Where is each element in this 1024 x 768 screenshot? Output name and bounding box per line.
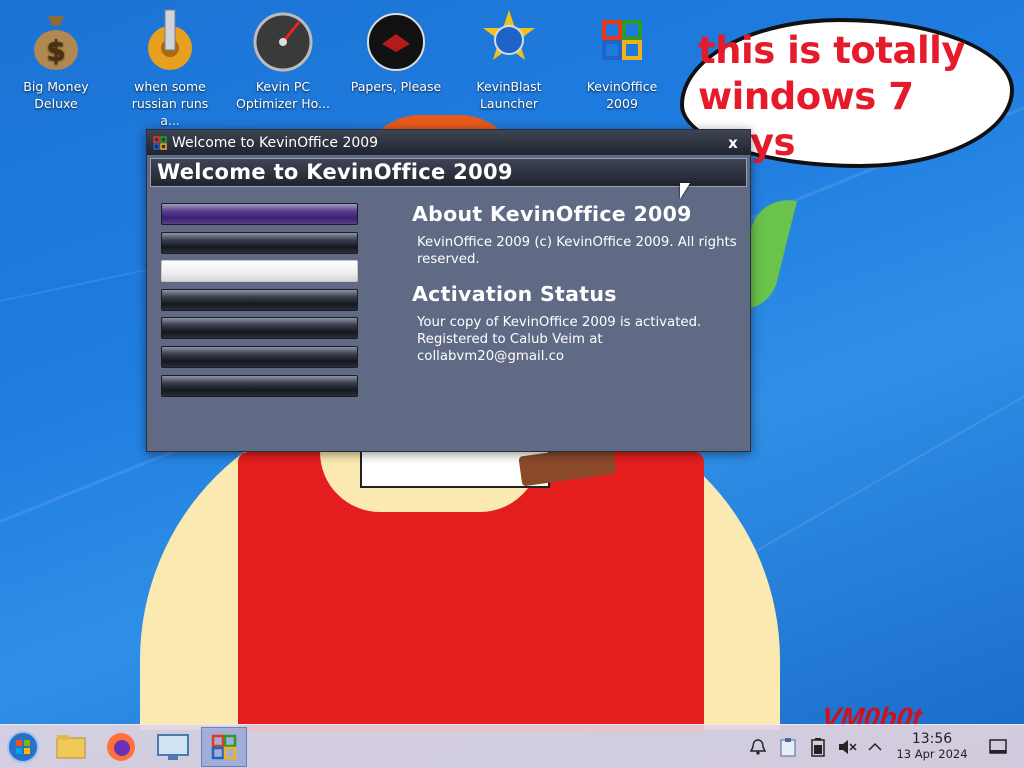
- nav-button-7[interactable]: [161, 374, 358, 397]
- clipboard-icon: [780, 738, 796, 757]
- dialog-nav: [161, 203, 358, 403]
- tray-notifications[interactable]: [746, 725, 770, 768]
- battery-icon: [811, 738, 825, 757]
- about-text: KevinOffice 2009 (c) KevinOffice 2009. A…: [417, 235, 737, 267]
- taskbar-remote-desktop[interactable]: [150, 727, 196, 767]
- start-button[interactable]: [0, 727, 46, 767]
- nav-button-2[interactable]: [161, 231, 358, 254]
- svg-text:$: $: [46, 34, 65, 67]
- about-heading: About KevinOffice 2009: [412, 202, 692, 226]
- desktop-icon-kevinblast-launcher[interactable]: KevinBlast Launcher: [459, 8, 559, 112]
- close-button[interactable]: x: [722, 134, 744, 152]
- speedometer-icon: [253, 12, 313, 72]
- desktop-icon-label: when some russian runs a...: [131, 79, 209, 128]
- desktop-icon-label: Big Money Deluxe: [23, 79, 89, 111]
- welcome-dialog[interactable]: Welcome to KevinOffice 2009 x Welcome to…: [146, 129, 751, 452]
- desktop-icon-russian[interactable]: when some russian runs a...: [120, 8, 220, 129]
- kevinoffice-logo-icon: [602, 20, 642, 60]
- nav-button-1[interactable]: [161, 203, 358, 225]
- nav-button-6[interactable]: [161, 345, 358, 368]
- show-desktop-icon: [989, 739, 1007, 754]
- taskbar-kevinoffice[interactable]: [201, 727, 247, 767]
- clock-time: 13:56: [911, 731, 953, 747]
- dialog-titlebar[interactable]: Welcome to KevinOffice 2009 x: [147, 130, 750, 155]
- tray-overflow[interactable]: [864, 725, 886, 768]
- desktop-icon-label: KevinOffice 2009: [586, 79, 658, 111]
- start-orb-icon: [7, 731, 39, 763]
- nav-button-5[interactable]: [161, 317, 358, 340]
- money-bag-icon: $: [34, 16, 78, 70]
- kevinblast-globe-icon: [483, 10, 535, 60]
- desktop-icon-label: Papers, Please: [350, 79, 442, 94]
- kevinoffice-logo-icon: [153, 135, 167, 150]
- remote-desktop-icon: [157, 734, 189, 760]
- tray-battery[interactable]: [806, 725, 830, 768]
- activation-heading: Activation Status: [412, 282, 617, 306]
- dialog-content: About KevinOffice 2009 KevinOffice 2009 …: [412, 202, 752, 379]
- chevron-up-icon: [868, 742, 882, 751]
- taskbar: 13:56 13 Apr 2024: [0, 724, 1024, 768]
- tray-volume[interactable]: [834, 725, 860, 768]
- taskbar-firefox[interactable]: [98, 727, 144, 767]
- desktop-icon-kevinoffice-2009[interactable]: KevinOffice 2009: [572, 8, 672, 112]
- file-explorer-icon: [56, 735, 86, 759]
- taskbar-file-explorer[interactable]: [48, 727, 94, 767]
- desktop-icon-papers-please[interactable]: Papers, Please: [346, 8, 446, 95]
- volume-muted-icon: [839, 740, 857, 754]
- notifications-icon: [749, 739, 767, 755]
- desktop-icon-label: Kevin PC Optimizer Ho...: [236, 79, 330, 111]
- desktop-icon-label: KevinBlast Launcher: [476, 79, 542, 111]
- kevinoffice-taskbar-icon: [211, 734, 237, 760]
- taskbar-clock[interactable]: 13:56 13 Apr 2024: [888, 731, 976, 761]
- dialog-title: Welcome to KevinOffice 2009: [172, 134, 379, 151]
- tray-clipboard[interactable]: [776, 725, 800, 768]
- activation-text: Your copy of KevinOffice 2009 is activat…: [417, 315, 702, 364]
- show-desktop-button[interactable]: [984, 725, 1012, 768]
- nav-button-4[interactable]: [161, 288, 358, 311]
- desktop-icon-big-money-deluxe[interactable]: $ Big Money Deluxe: [6, 8, 106, 112]
- clock-date: 13 Apr 2024: [896, 747, 968, 761]
- dialog-header: Welcome to KevinOffice 2009: [150, 158, 747, 187]
- gear-tower-icon: [148, 9, 192, 70]
- papers-please-icon: [367, 13, 425, 71]
- nav-button-3[interactable]: [161, 260, 358, 283]
- mouse-cursor: [680, 183, 690, 199]
- firefox-icon: [107, 733, 135, 761]
- desktop-icon-kevin-pc-optimizer[interactable]: Kevin PC Optimizer Ho...: [233, 8, 333, 112]
